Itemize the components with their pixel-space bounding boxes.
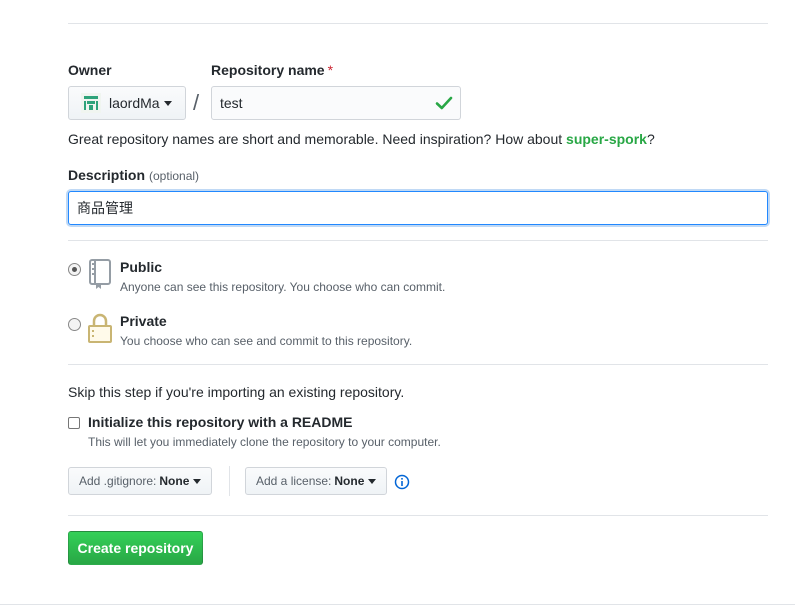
repo-book-icon (89, 259, 111, 289)
options-divider (68, 515, 768, 516)
gitignore-value: None (159, 474, 190, 488)
hint-end: ? (646, 131, 655, 147)
optional-tag: (optional) (149, 169, 200, 183)
bottom-divider (0, 604, 795, 605)
owner-repo-separator: / (193, 90, 200, 115)
owner-name: laordMa (109, 95, 160, 111)
readme-checkbox[interactable] (68, 417, 80, 429)
private-radio[interactable] (68, 318, 81, 331)
gitignore-dropdown[interactable]: Add .gitignore: None (68, 467, 213, 495)
private-title: Private (120, 313, 167, 329)
owner-select-button[interactable]: laordMa (68, 86, 186, 120)
required-asterisk: * (327, 62, 334, 78)
repo-name-label: Repository name * (211, 62, 333, 78)
readme-note: This will let you immediately clone the … (88, 435, 441, 449)
gitignore-label: Add .gitignore: (79, 474, 157, 488)
check-icon (435, 96, 453, 110)
owner-avatar-icon (81, 93, 101, 113)
public-radio[interactable] (68, 263, 81, 276)
chevron-down-icon (193, 478, 202, 484)
chevron-down-icon (163, 100, 172, 106)
public-desc: Anyone can see this repository. You choo… (120, 280, 446, 294)
create-repository-button[interactable]: Create repository (68, 531, 203, 565)
top-divider (68, 23, 768, 24)
description-divider (68, 240, 768, 241)
license-value: None (334, 474, 365, 488)
dropdown-divider (229, 466, 230, 496)
visibility-divider (68, 364, 768, 365)
name-suggestion-link[interactable]: super-spork (566, 131, 647, 147)
private-desc: You choose who can see and commit to thi… (120, 334, 413, 348)
owner-label: Owner (68, 62, 112, 78)
description-label: Description (optional) (68, 167, 199, 183)
license-label: Add a license: (256, 474, 332, 488)
license-dropdown[interactable]: Add a license: None (245, 467, 388, 495)
skip-note: Skip this step if you're importing an ex… (68, 384, 405, 400)
chevron-down-icon (368, 478, 377, 484)
lock-icon (88, 313, 112, 343)
repo-name-input[interactable] (211, 86, 461, 120)
repo-name-hint: Great repository names are short and mem… (68, 131, 655, 147)
info-icon[interactable] (394, 474, 410, 490)
public-title: Public (120, 259, 163, 275)
description-input[interactable] (68, 191, 768, 225)
readme-label[interactable]: Initialize this repository with a README (88, 414, 352, 430)
hint-text: Great repository names are short and mem… (68, 131, 567, 147)
description-label-text: Description (68, 167, 146, 183)
repo-name-label-text: Repository name (211, 62, 325, 78)
